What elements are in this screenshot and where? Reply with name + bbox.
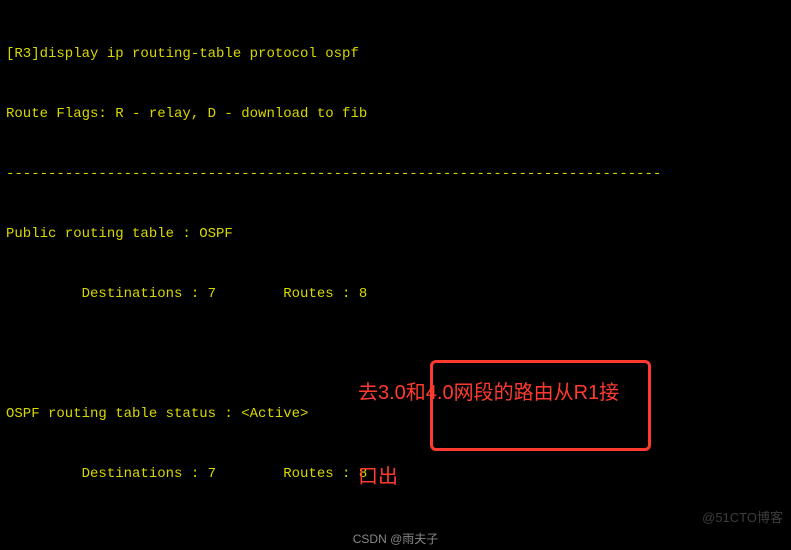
public-table-header: Public routing table : OSPF [6,224,785,244]
destinations-summary-2: Destinations : 7 Routes : 8 [6,464,785,484]
annotation-line-1: 去3.0和4.0网段的路由从R1接 [358,379,619,407]
terminal-output: [R3]display ip routing-table protocol os… [0,0,791,550]
watermark-footer: CSDN @雨夫子 [353,531,439,548]
status-line: OSPF routing table status : <Active> [6,404,785,424]
blank-line [6,344,785,364]
flags-legend: Route Flags: R - relay, D - download to … [6,104,785,124]
command-line: [R3]display ip routing-table protocol os… [6,44,785,64]
watermark-corner: @51CTO博客 [702,509,783,528]
divider: ----------------------------------------… [6,164,785,184]
destinations-summary-1: Destinations : 7 Routes : 8 [6,284,785,304]
